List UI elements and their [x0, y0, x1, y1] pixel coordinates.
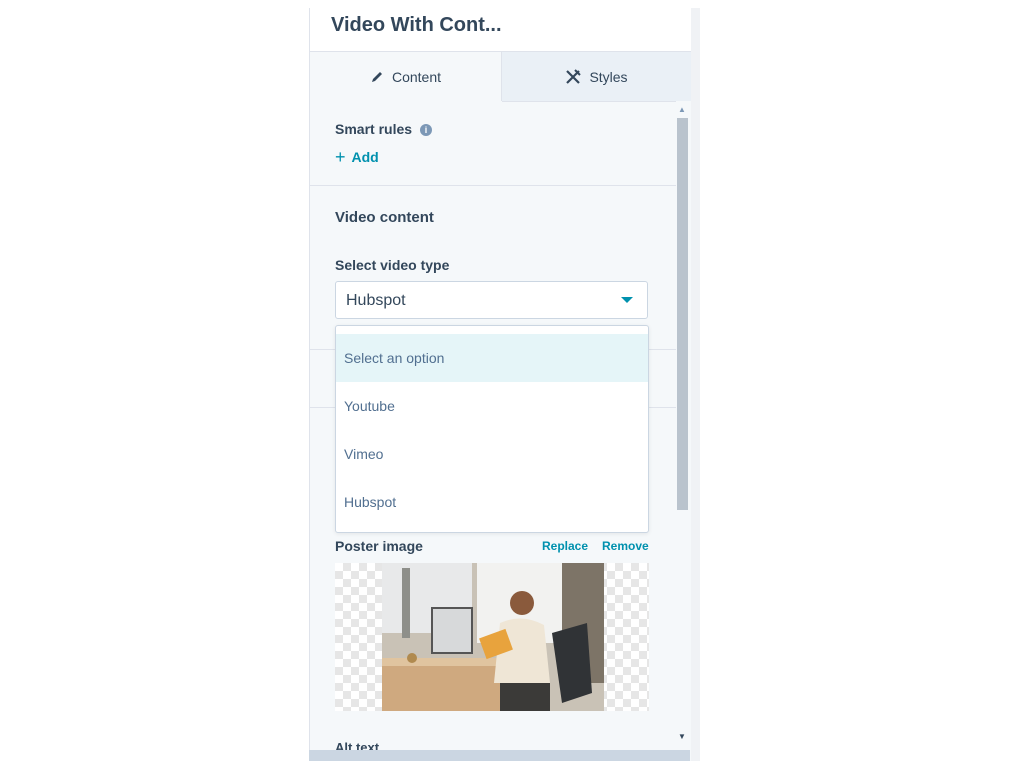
plus-icon: + — [335, 147, 346, 167]
scroll-up-arrow-icon[interactable]: ▲ — [678, 105, 686, 114]
caret-down-icon — [621, 297, 633, 303]
tab-styles-label: Styles — [589, 68, 628, 85]
dropdown-option[interactable]: Youtube — [336, 382, 648, 430]
editor-sidebar: Video With Cont... Content Styles ▲ ▼ Sm… — [309, 8, 691, 761]
video-type-dropdown: Select an option Youtube Vimeo Hubspot — [335, 325, 649, 533]
section-divider — [310, 185, 676, 186]
outer-scrollbar-rail — [690, 8, 700, 761]
poster-image-label: Poster image — [335, 538, 423, 554]
remove-image-button[interactable]: Remove — [602, 539, 649, 553]
add-smart-rule-button[interactable]: + Add — [335, 147, 379, 167]
tab-content[interactable]: Content — [310, 52, 502, 101]
tab-styles[interactable]: Styles — [502, 52, 691, 102]
select-video-type-label: Select video type — [335, 257, 450, 273]
scrollbar-thumb[interactable] — [677, 118, 688, 510]
scroll-down-arrow-icon[interactable]: ▼ — [678, 732, 686, 741]
module-title: Video With Cont... — [331, 14, 502, 36]
poster-image-preview[interactable] — [335, 563, 649, 711]
poster-photo — [382, 563, 604, 711]
video-type-select[interactable]: Hubspot — [335, 281, 648, 319]
tab-content-label: Content — [391, 68, 442, 85]
dropdown-option[interactable]: Vimeo — [336, 430, 648, 478]
video-content-heading: Video content — [335, 209, 434, 226]
add-label: Add — [351, 149, 379, 165]
dropdown-option[interactable]: Hubspot — [336, 478, 648, 526]
video-type-selected-value: Hubspot — [346, 292, 406, 309]
styles-icon — [565, 68, 582, 85]
info-icon[interactable]: i — [420, 124, 432, 136]
dropdown-option[interactable]: Select an option — [336, 334, 648, 382]
tab-bar: Content Styles — [310, 52, 691, 102]
sidebar-header: Video With Cont... — [310, 8, 691, 52]
replace-image-button[interactable]: Replace — [542, 539, 588, 553]
smart-rules-label: Smart rules — [335, 121, 413, 137]
horizontal-scrollbar[interactable] — [309, 750, 690, 761]
pencil-icon — [370, 70, 384, 84]
